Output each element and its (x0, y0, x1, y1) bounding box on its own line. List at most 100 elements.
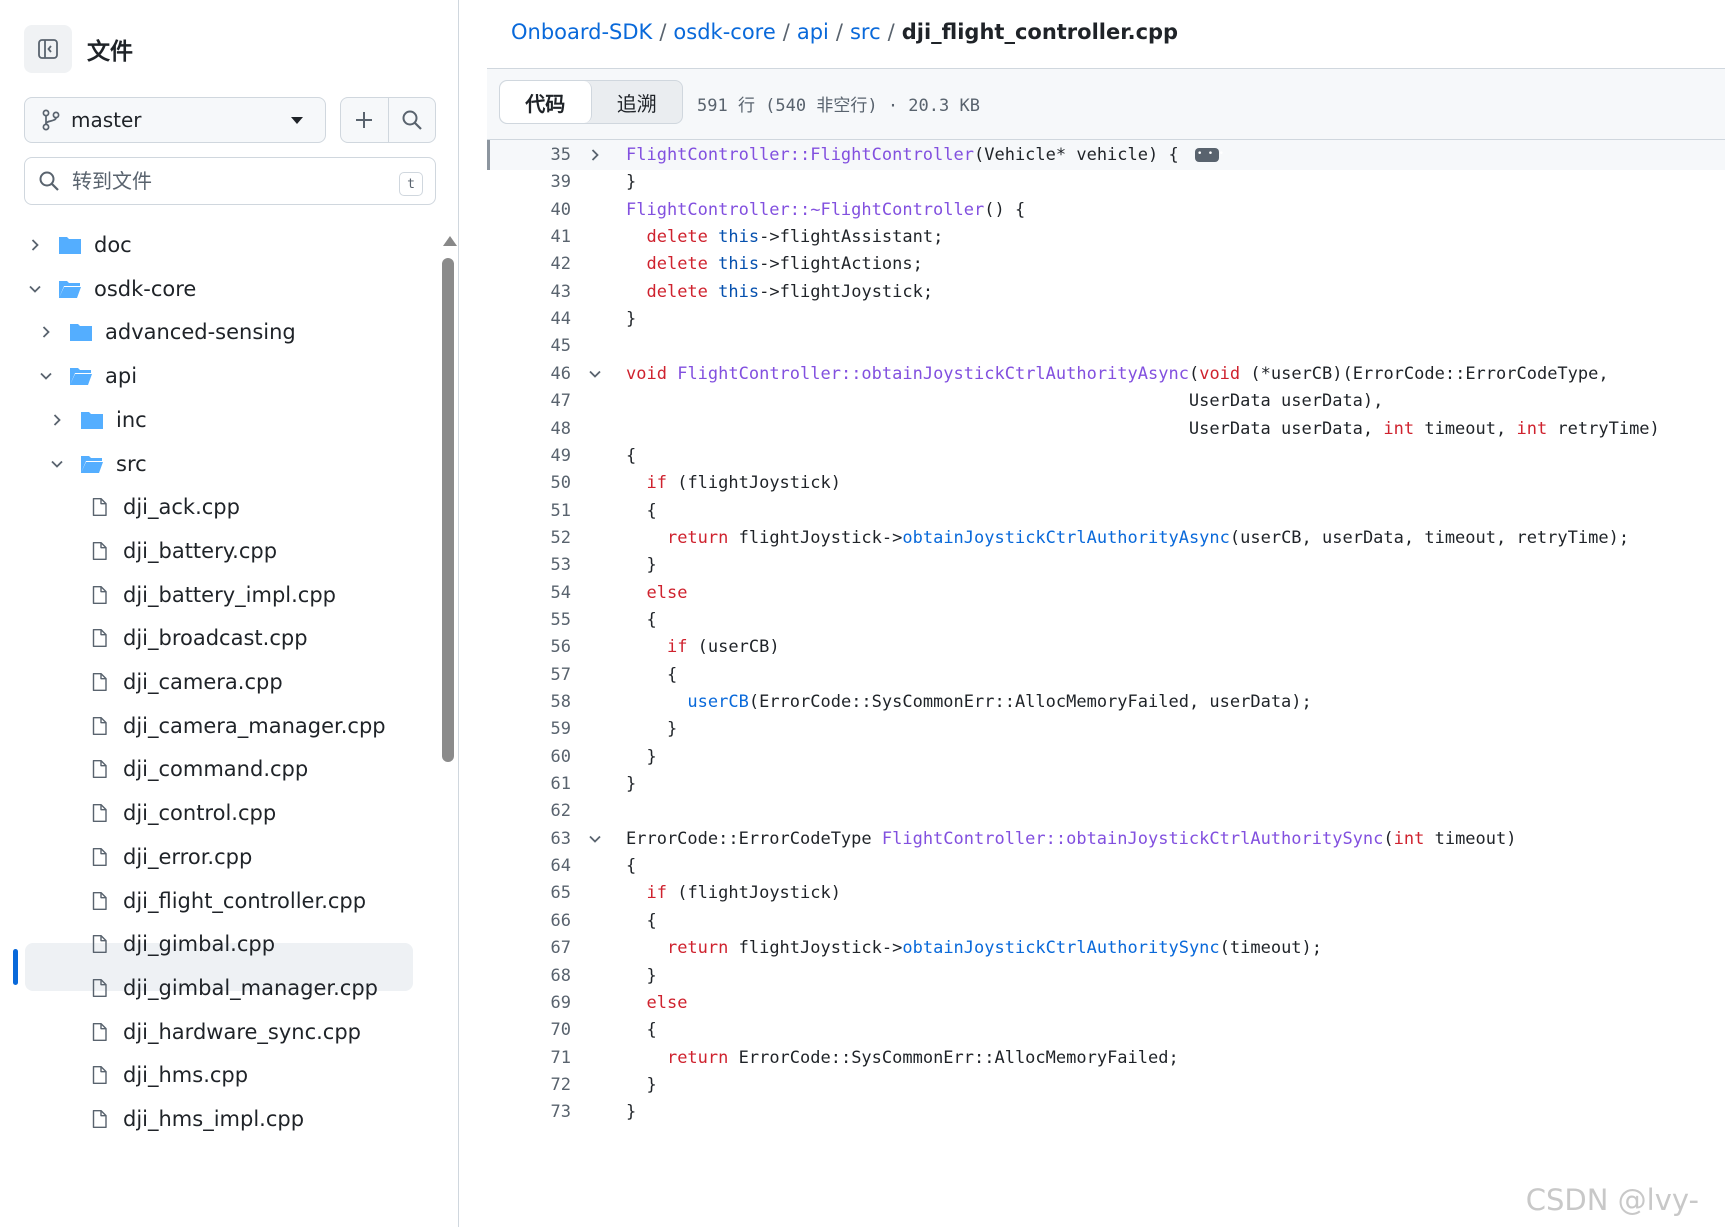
search-code-button[interactable] (387, 98, 436, 142)
tree-toggle[interactable] (46, 457, 68, 471)
line-number[interactable]: 50 (487, 468, 571, 498)
breadcrumb-link[interactable]: Onboard-SDK (511, 20, 652, 44)
file-icon (91, 671, 111, 693)
sidebar-scrollbar-thumb[interactable] (442, 258, 454, 762)
tree-file-item[interactable]: dji_hardware_sync.cpp (57, 1009, 361, 1055)
line-number[interactable]: 54 (487, 578, 571, 608)
tree-folder-item[interactable]: osdk-core (24, 266, 196, 312)
tab-code[interactable]: 代码 (500, 81, 592, 123)
tree-folder-item[interactable]: api (35, 353, 137, 399)
tree-folder-item[interactable]: inc (46, 397, 147, 443)
tab-blame[interactable]: 追溯 (592, 81, 683, 123)
line-number[interactable]: 63 (487, 824, 571, 854)
code-token: if (666, 637, 688, 658)
line-number[interactable]: 48 (487, 414, 571, 444)
collapse-section-button[interactable] (586, 359, 604, 389)
code-line: 64 { (487, 851, 1725, 881)
tree-file-item[interactable]: dji_control.cpp (57, 790, 276, 836)
line-number[interactable]: 35 (487, 140, 571, 170)
tree-file-item[interactable]: dji_gimbal_manager.cpp (57, 965, 378, 1011)
line-number[interactable]: 73 (487, 1097, 571, 1127)
add-file-button[interactable] (341, 98, 388, 142)
line-number[interactable]: 70 (487, 1015, 571, 1045)
code-line: 65 if (flightJoystick) (487, 878, 1725, 908)
line-number[interactable]: 56 (487, 632, 571, 662)
line-number[interactable]: 66 (487, 906, 571, 936)
code-token: flightJoystick-> (728, 527, 903, 548)
collapse-sidebar-button[interactable] (24, 25, 72, 73)
line-number[interactable]: 68 (487, 961, 571, 991)
code-line: 35 FlightController::FlightController(Veh… (487, 139, 1725, 170)
tree-file-item[interactable]: dji_battery_impl.cpp (57, 572, 336, 618)
tree-folder-item[interactable]: doc (24, 222, 132, 268)
breadcrumb-link[interactable]: osdk-core (673, 20, 775, 44)
go-to-file-field[interactable]: t (24, 157, 436, 205)
line-number[interactable]: 71 (487, 1043, 571, 1073)
line-number[interactable]: 59 (487, 714, 571, 744)
line-number[interactable]: 55 (487, 605, 571, 635)
collapse-section-button[interactable] (586, 824, 604, 854)
breadcrumb-link[interactable]: src (850, 20, 881, 44)
tree-item-label: dji_camera_manager.cpp (123, 713, 386, 738)
line-number[interactable]: 45 (487, 331, 571, 361)
code-text: { (626, 906, 656, 936)
line-number[interactable]: 43 (487, 277, 571, 307)
line-number[interactable]: 69 (487, 988, 571, 1018)
line-number[interactable]: 44 (487, 304, 571, 334)
line-number[interactable]: 72 (487, 1070, 571, 1100)
line-number[interactable]: 61 (487, 769, 571, 799)
ellipsis-icon[interactable] (1194, 139, 1224, 169)
line-number[interactable]: 41 (487, 222, 571, 252)
tree-file-item[interactable]: dji_command.cpp (57, 746, 308, 792)
code-token: (flightJoystick) (666, 883, 841, 904)
code-token: this (718, 227, 760, 248)
tree-file-item[interactable]: dji_camera_manager.cpp (57, 703, 386, 749)
line-number[interactable]: 53 (487, 550, 571, 580)
code-text: UserData userData), (626, 386, 1383, 416)
tree-toggle[interactable] (35, 369, 57, 383)
chevron-down-icon (589, 370, 601, 378)
branch-selector[interactable]: master (24, 97, 326, 143)
line-number[interactable]: 42 (487, 249, 571, 279)
tree-toggle[interactable] (46, 413, 68, 427)
tree-file-item[interactable]: dji_hms_impl.cpp (57, 1096, 304, 1142)
tree-file-item[interactable]: dji_hms.cpp (57, 1052, 248, 1098)
line-number[interactable]: 40 (487, 195, 571, 225)
line-number[interactable]: 39 (487, 167, 571, 197)
scroll-up-arrow[interactable] (443, 236, 457, 246)
line-number[interactable]: 65 (487, 878, 571, 908)
tree-toggle[interactable] (24, 282, 46, 296)
line-number[interactable]: 67 (487, 933, 571, 963)
code-line: 56 if (userCB) (487, 632, 1725, 662)
line-number[interactable]: 58 (487, 687, 571, 717)
line-number[interactable]: 52 (487, 523, 571, 553)
code-token: (Vehicle* vehicle) { (974, 145, 1179, 165)
tree-toggle[interactable] (24, 238, 46, 252)
line-number[interactable]: 49 (487, 441, 571, 471)
line-number[interactable]: 57 (487, 660, 571, 690)
go-to-file-input[interactable] (70, 168, 374, 194)
tree-file-item[interactable]: dji_broadcast.cpp (57, 615, 308, 661)
tree-file-item[interactable]: dji_error.cpp (57, 834, 252, 880)
line-number[interactable]: 47 (487, 386, 571, 416)
line-number[interactable]: 64 (487, 851, 571, 881)
tree-file-item[interactable]: dji_camera.cpp (57, 659, 283, 705)
tree-folder-item[interactable]: src (46, 441, 147, 487)
line-number[interactable]: 62 (487, 796, 571, 826)
code-token: this (718, 254, 760, 275)
expand-section-button[interactable] (586, 140, 604, 170)
line-number[interactable]: 46 (487, 359, 571, 389)
tree-toggle[interactable] (35, 325, 57, 339)
tree-folder-item[interactable]: advanced-sensing (35, 309, 296, 355)
code-text: else (626, 988, 687, 1018)
breadcrumb-separator: / (659, 20, 667, 44)
tree-file-item[interactable]: dji_ack.cpp (57, 484, 240, 530)
tree-file-item[interactable]: dji_battery.cpp (57, 528, 277, 574)
line-number[interactable]: 51 (487, 496, 571, 526)
file-icon (91, 1021, 111, 1043)
breadcrumb-link[interactable]: api (797, 20, 829, 44)
tree-file-item[interactable]: dji_gimbal.cpp (57, 921, 275, 967)
line-number[interactable]: 60 (487, 742, 571, 772)
tree-file-item[interactable]: dji_flight_controller.cpp (57, 878, 366, 924)
